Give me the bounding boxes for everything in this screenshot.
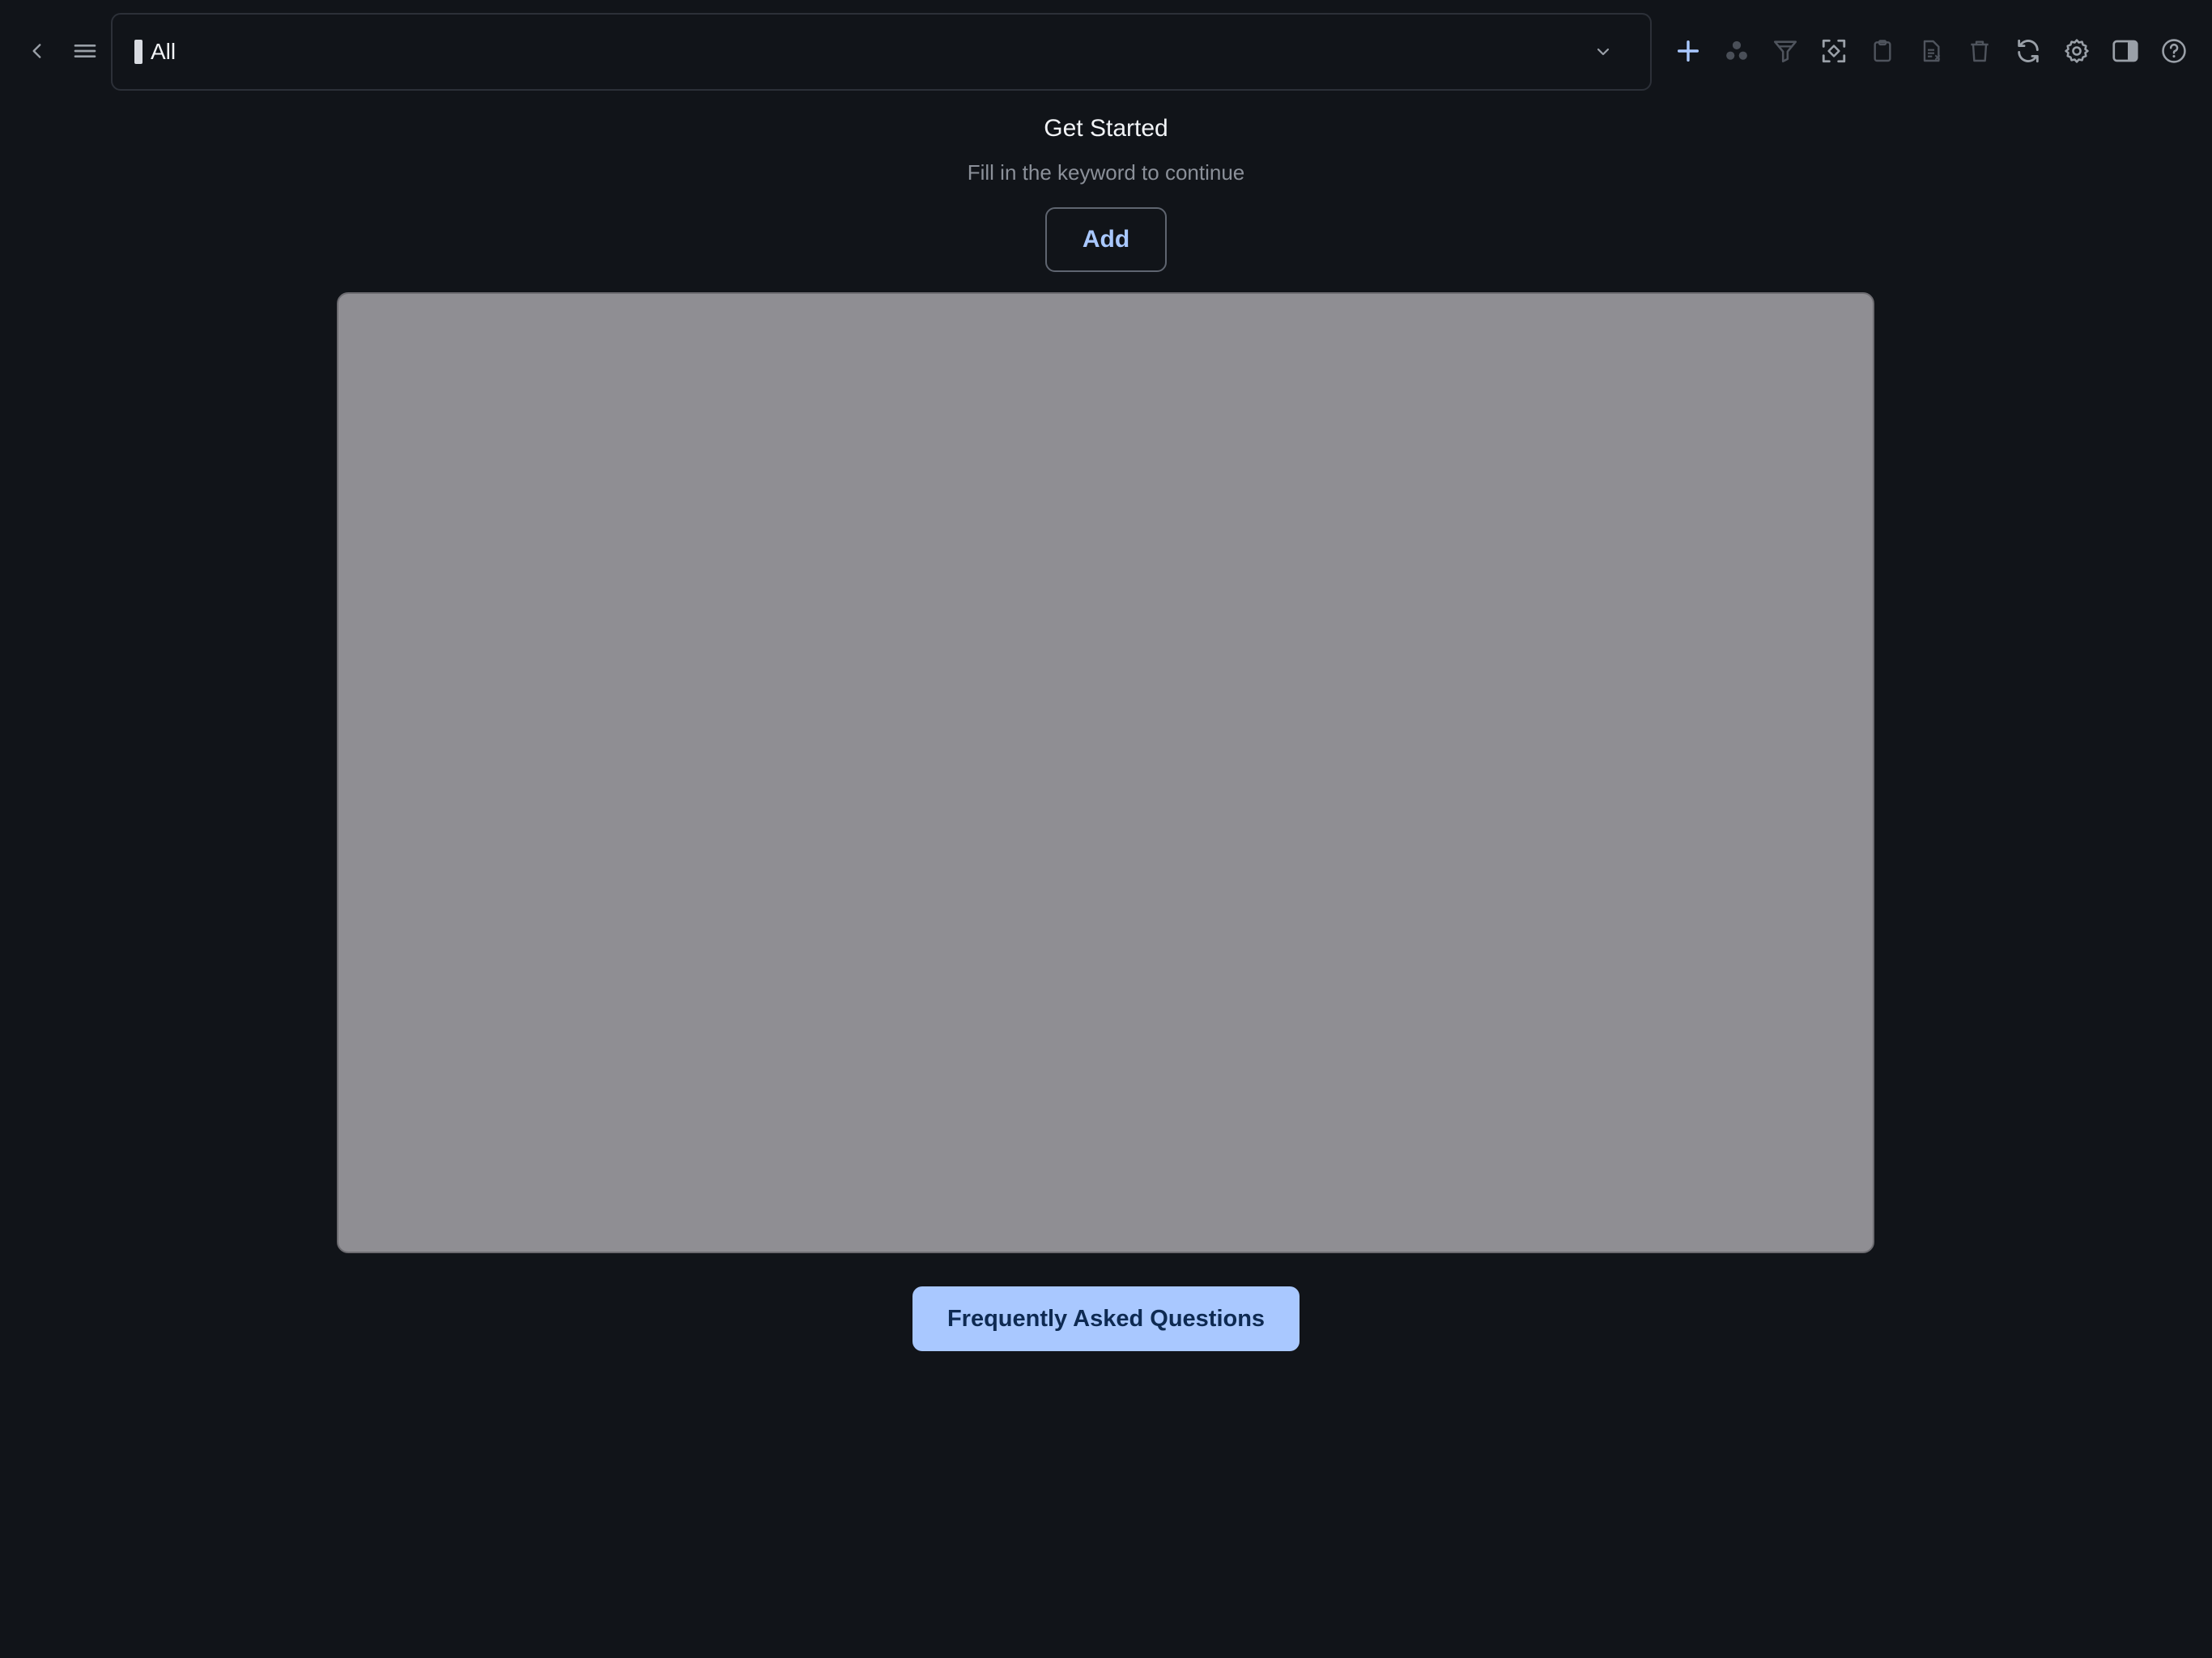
chevron-left-icon: [32, 44, 41, 58]
sidebar-icon: [2112, 40, 2138, 62]
chevron-down-icon: [1589, 37, 1618, 66]
refresh-icon: [2018, 39, 2039, 63]
menu-button[interactable]: [62, 28, 108, 74]
add-keyword-button[interactable]: Add: [1045, 207, 1167, 272]
document-button[interactable]: [1908, 28, 1954, 74]
settings-button[interactable]: [2054, 28, 2099, 74]
top-toolbar: All: [0, 0, 2212, 102]
gear-icon: [2065, 39, 2089, 63]
clipboard-icon: [1874, 40, 1891, 62]
add-button[interactable]: [1665, 28, 1711, 74]
faq-button[interactable]: Frequently Asked Questions: [912, 1286, 1300, 1351]
clipboard-button[interactable]: [1860, 28, 1905, 74]
scan-icon: [1822, 39, 1846, 63]
scan-button[interactable]: [1811, 28, 1857, 74]
back-button[interactable]: [15, 28, 60, 74]
preview-panel: [337, 292, 1874, 1253]
page-title: Get Started: [1044, 115, 1168, 142]
delete-button[interactable]: [1957, 28, 2002, 74]
hamburger-icon: [74, 44, 96, 57]
plus-icon: [1677, 40, 1699, 62]
refresh-button[interactable]: [2006, 28, 2051, 74]
text-cursor: [134, 40, 143, 64]
trash-icon: [1971, 40, 1989, 62]
group-icon: [1726, 40, 1747, 60]
selector-value: All: [151, 39, 177, 64]
category-selector[interactable]: All: [111, 13, 1652, 91]
page-subtitle: Fill in the keyword to continue: [967, 160, 1245, 185]
help-button[interactable]: [2151, 28, 2197, 74]
toggle-sidebar-button[interactable]: [2103, 28, 2148, 74]
help-icon: [2162, 39, 2186, 63]
group-button[interactable]: [1714, 28, 1759, 74]
filter-icon: [1773, 40, 1797, 63]
filter-button[interactable]: [1763, 28, 1808, 74]
document-icon: [1923, 40, 1941, 62]
